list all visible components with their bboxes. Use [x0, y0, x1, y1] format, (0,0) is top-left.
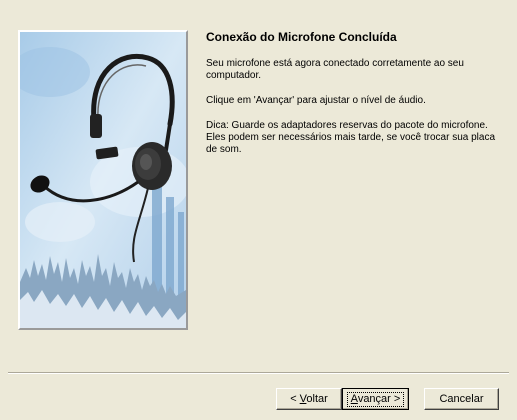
wizard-content: Conexão do Microfone Concluída Seu micro…: [206, 30, 496, 169]
headset-icon: [20, 32, 186, 328]
instruction-text: Clique em 'Avançar' para ajustar o nível…: [206, 95, 426, 106]
button-separator: [8, 372, 509, 374]
page-title: Conexão do Microfone Concluída: [206, 30, 397, 44]
tip-text: Dica: Guarde os adaptadores reservas do …: [206, 120, 496, 155]
next-mnemonic: A: [350, 392, 358, 405]
focus-rect: Avançar >: [346, 391, 405, 407]
next-label-rest: vançar >: [357, 392, 401, 405]
next-button[interactable]: Avançar >: [342, 388, 409, 410]
back-label-rest: oltar: [306, 392, 328, 405]
cancel-button[interactable]: Cancelar: [424, 388, 499, 410]
headset-microphone-illustration: [18, 30, 188, 330]
status-text: Seu microfone está agora conectado corre…: [206, 58, 464, 81]
wizard-dialog: Conexão do Microfone Concluída Seu micro…: [0, 0, 517, 420]
back-prefix: <: [290, 392, 300, 405]
back-button[interactable]: < Voltar: [276, 388, 342, 410]
